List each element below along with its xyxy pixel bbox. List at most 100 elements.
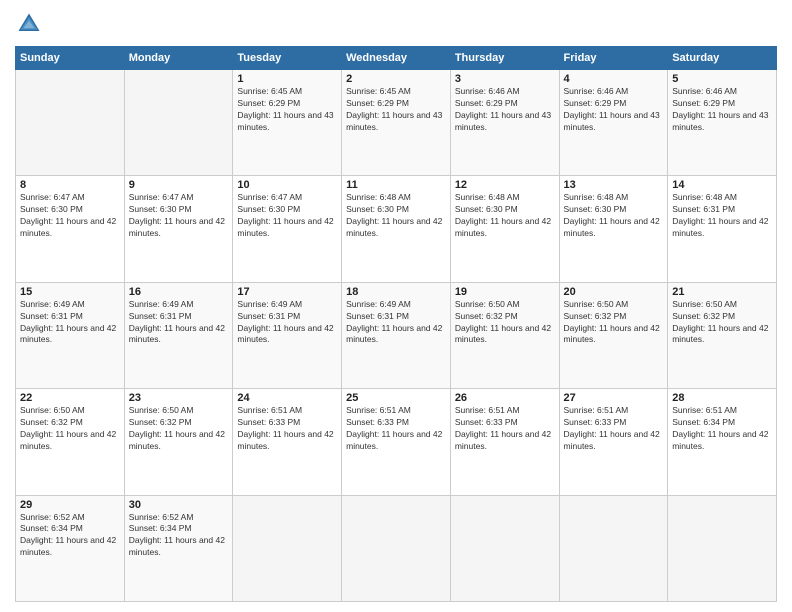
day-cell-10: 10 Sunrise: 6:47 AMSunset: 6:30 PMDaylig… xyxy=(233,176,342,282)
day-cell-17: 17 Sunrise: 6:49 AMSunset: 6:31 PMDaylig… xyxy=(233,282,342,388)
empty-cell xyxy=(16,70,125,176)
day-info: Sunrise: 6:51 AMSunset: 6:33 PMDaylight:… xyxy=(564,405,660,451)
day-cell-3: 3 Sunrise: 6:46 AMSunset: 6:29 PMDayligh… xyxy=(450,70,559,176)
week-row-5: 29 Sunrise: 6:52 AMSunset: 6:34 PMDaylig… xyxy=(16,495,777,601)
day-cell-1: 1 Sunrise: 6:45 AMSunset: 6:29 PMDayligh… xyxy=(233,70,342,176)
day-number: 22 xyxy=(20,392,120,404)
day-info: Sunrise: 6:46 AMSunset: 6:29 PMDaylight:… xyxy=(564,86,660,132)
day-cell-22: 22 Sunrise: 6:50 AMSunset: 6:32 PMDaylig… xyxy=(16,389,125,495)
day-info: Sunrise: 6:50 AMSunset: 6:32 PMDaylight:… xyxy=(20,405,116,451)
day-info: Sunrise: 6:52 AMSunset: 6:34 PMDaylight:… xyxy=(20,512,116,558)
day-cell-23: 23 Sunrise: 6:50 AMSunset: 6:32 PMDaylig… xyxy=(124,389,233,495)
page: SundayMondayTuesdayWednesdayThursdayFrid… xyxy=(0,0,792,612)
empty-cell xyxy=(668,495,777,601)
day-cell-14: 14 Sunrise: 6:48 AMSunset: 6:31 PMDaylig… xyxy=(668,176,777,282)
day-cell-12: 12 Sunrise: 6:48 AMSunset: 6:30 PMDaylig… xyxy=(450,176,559,282)
day-cell-16: 16 Sunrise: 6:49 AMSunset: 6:31 PMDaylig… xyxy=(124,282,233,388)
day-cell-2: 2 Sunrise: 6:45 AMSunset: 6:29 PMDayligh… xyxy=(342,70,451,176)
col-header-friday: Friday xyxy=(559,47,668,70)
day-number: 29 xyxy=(20,499,120,511)
day-info: Sunrise: 6:51 AMSunset: 6:34 PMDaylight:… xyxy=(672,405,768,451)
empty-cell xyxy=(450,495,559,601)
day-number: 2 xyxy=(346,73,446,85)
day-number: 12 xyxy=(455,179,555,191)
calendar-table: SundayMondayTuesdayWednesdayThursdayFrid… xyxy=(15,46,777,602)
empty-cell xyxy=(124,70,233,176)
day-cell-25: 25 Sunrise: 6:51 AMSunset: 6:33 PMDaylig… xyxy=(342,389,451,495)
empty-cell xyxy=(233,495,342,601)
day-number: 5 xyxy=(672,73,772,85)
header-row: SundayMondayTuesdayWednesdayThursdayFrid… xyxy=(16,47,777,70)
day-cell-18: 18 Sunrise: 6:49 AMSunset: 6:31 PMDaylig… xyxy=(342,282,451,388)
day-info: Sunrise: 6:48 AMSunset: 6:30 PMDaylight:… xyxy=(346,192,442,238)
week-row-2: 8 Sunrise: 6:47 AMSunset: 6:30 PMDayligh… xyxy=(16,176,777,282)
day-info: Sunrise: 6:48 AMSunset: 6:30 PMDaylight:… xyxy=(564,192,660,238)
header xyxy=(15,10,777,38)
day-number: 28 xyxy=(672,392,772,404)
day-number: 23 xyxy=(129,392,229,404)
day-number: 13 xyxy=(564,179,664,191)
day-number: 20 xyxy=(564,286,664,298)
day-number: 9 xyxy=(129,179,229,191)
col-header-thursday: Thursday xyxy=(450,47,559,70)
day-cell-20: 20 Sunrise: 6:50 AMSunset: 6:32 PMDaylig… xyxy=(559,282,668,388)
day-number: 14 xyxy=(672,179,772,191)
day-info: Sunrise: 6:50 AMSunset: 6:32 PMDaylight:… xyxy=(672,299,768,345)
day-number: 15 xyxy=(20,286,120,298)
logo xyxy=(15,10,47,38)
col-header-tuesday: Tuesday xyxy=(233,47,342,70)
day-number: 18 xyxy=(346,286,446,298)
day-cell-15: 15 Sunrise: 6:49 AMSunset: 6:31 PMDaylig… xyxy=(16,282,125,388)
day-info: Sunrise: 6:49 AMSunset: 6:31 PMDaylight:… xyxy=(346,299,442,345)
day-cell-11: 11 Sunrise: 6:48 AMSunset: 6:30 PMDaylig… xyxy=(342,176,451,282)
col-header-sunday: Sunday xyxy=(16,47,125,70)
day-cell-21: 21 Sunrise: 6:50 AMSunset: 6:32 PMDaylig… xyxy=(668,282,777,388)
day-number: 16 xyxy=(129,286,229,298)
week-row-1: 1 Sunrise: 6:45 AMSunset: 6:29 PMDayligh… xyxy=(16,70,777,176)
day-cell-4: 4 Sunrise: 6:46 AMSunset: 6:29 PMDayligh… xyxy=(559,70,668,176)
logo-icon xyxy=(15,10,43,38)
day-cell-29: 29 Sunrise: 6:52 AMSunset: 6:34 PMDaylig… xyxy=(16,495,125,601)
day-number: 3 xyxy=(455,73,555,85)
day-info: Sunrise: 6:46 AMSunset: 6:29 PMDaylight:… xyxy=(455,86,551,132)
col-header-wednesday: Wednesday xyxy=(342,47,451,70)
day-info: Sunrise: 6:45 AMSunset: 6:29 PMDaylight:… xyxy=(237,86,333,132)
day-number: 21 xyxy=(672,286,772,298)
day-number: 8 xyxy=(20,179,120,191)
day-number: 1 xyxy=(237,73,337,85)
day-number: 26 xyxy=(455,392,555,404)
day-info: Sunrise: 6:47 AMSunset: 6:30 PMDaylight:… xyxy=(20,192,116,238)
col-header-monday: Monday xyxy=(124,47,233,70)
col-header-saturday: Saturday xyxy=(668,47,777,70)
empty-cell xyxy=(559,495,668,601)
week-row-4: 22 Sunrise: 6:50 AMSunset: 6:32 PMDaylig… xyxy=(16,389,777,495)
day-cell-8: 8 Sunrise: 6:47 AMSunset: 6:30 PMDayligh… xyxy=(16,176,125,282)
week-row-3: 15 Sunrise: 6:49 AMSunset: 6:31 PMDaylig… xyxy=(16,282,777,388)
day-info: Sunrise: 6:49 AMSunset: 6:31 PMDaylight:… xyxy=(237,299,333,345)
day-number: 24 xyxy=(237,392,337,404)
day-info: Sunrise: 6:47 AMSunset: 6:30 PMDaylight:… xyxy=(129,192,225,238)
day-info: Sunrise: 6:50 AMSunset: 6:32 PMDaylight:… xyxy=(564,299,660,345)
day-info: Sunrise: 6:45 AMSunset: 6:29 PMDaylight:… xyxy=(346,86,442,132)
day-number: 17 xyxy=(237,286,337,298)
day-info: Sunrise: 6:49 AMSunset: 6:31 PMDaylight:… xyxy=(20,299,116,345)
day-number: 10 xyxy=(237,179,337,191)
day-info: Sunrise: 6:48 AMSunset: 6:30 PMDaylight:… xyxy=(455,192,551,238)
day-info: Sunrise: 6:51 AMSunset: 6:33 PMDaylight:… xyxy=(346,405,442,451)
day-info: Sunrise: 6:47 AMSunset: 6:30 PMDaylight:… xyxy=(237,192,333,238)
day-info: Sunrise: 6:52 AMSunset: 6:34 PMDaylight:… xyxy=(129,512,225,558)
day-info: Sunrise: 6:48 AMSunset: 6:31 PMDaylight:… xyxy=(672,192,768,238)
day-number: 11 xyxy=(346,179,446,191)
day-info: Sunrise: 6:49 AMSunset: 6:31 PMDaylight:… xyxy=(129,299,225,345)
day-cell-9: 9 Sunrise: 6:47 AMSunset: 6:30 PMDayligh… xyxy=(124,176,233,282)
day-number: 19 xyxy=(455,286,555,298)
day-number: 30 xyxy=(129,499,229,511)
day-info: Sunrise: 6:50 AMSunset: 6:32 PMDaylight:… xyxy=(455,299,551,345)
day-cell-19: 19 Sunrise: 6:50 AMSunset: 6:32 PMDaylig… xyxy=(450,282,559,388)
day-number: 25 xyxy=(346,392,446,404)
day-number: 27 xyxy=(564,392,664,404)
day-cell-24: 24 Sunrise: 6:51 AMSunset: 6:33 PMDaylig… xyxy=(233,389,342,495)
day-cell-5: 5 Sunrise: 6:46 AMSunset: 6:29 PMDayligh… xyxy=(668,70,777,176)
day-cell-13: 13 Sunrise: 6:48 AMSunset: 6:30 PMDaylig… xyxy=(559,176,668,282)
day-cell-27: 27 Sunrise: 6:51 AMSunset: 6:33 PMDaylig… xyxy=(559,389,668,495)
